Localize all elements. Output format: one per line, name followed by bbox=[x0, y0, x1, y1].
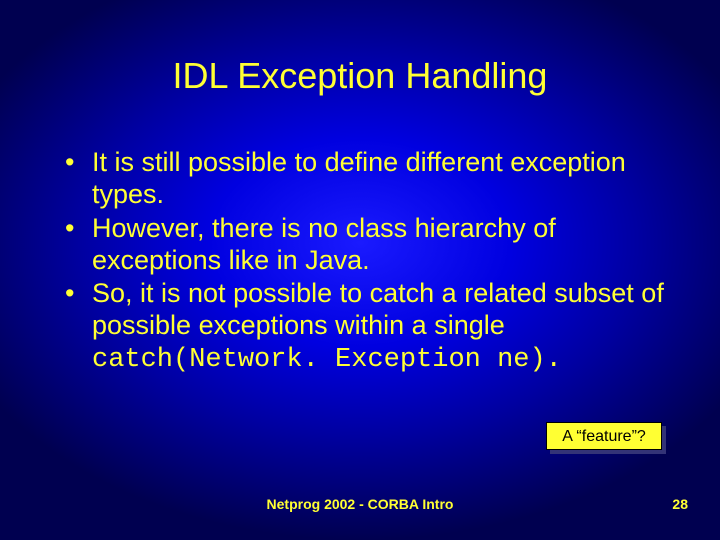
bullet-3-text: So, it is not possible to catch a relate… bbox=[92, 278, 664, 340]
footer-text: Netprog 2002 - CORBA Intro bbox=[0, 496, 720, 512]
bullet-3-code: catch(Network. Exception ne). bbox=[92, 345, 562, 375]
slide-footer: Netprog 2002 - CORBA Intro 28 bbox=[0, 496, 720, 512]
bullet-item-3: So, it is not possible to catch a relate… bbox=[60, 278, 670, 377]
slide-title: IDL Exception Handling bbox=[0, 0, 720, 97]
callout-label: A “feature”? bbox=[546, 422, 662, 450]
callout-box: A “feature”? bbox=[546, 422, 662, 450]
bullet-list: It is still possible to define different… bbox=[0, 147, 720, 377]
slide: IDL Exception Handling It is still possi… bbox=[0, 0, 720, 540]
page-number: 28 bbox=[672, 496, 688, 512]
bullet-item-2: However, there is no class hierarchy of … bbox=[60, 213, 670, 277]
bullet-item-1: It is still possible to define different… bbox=[60, 147, 670, 211]
